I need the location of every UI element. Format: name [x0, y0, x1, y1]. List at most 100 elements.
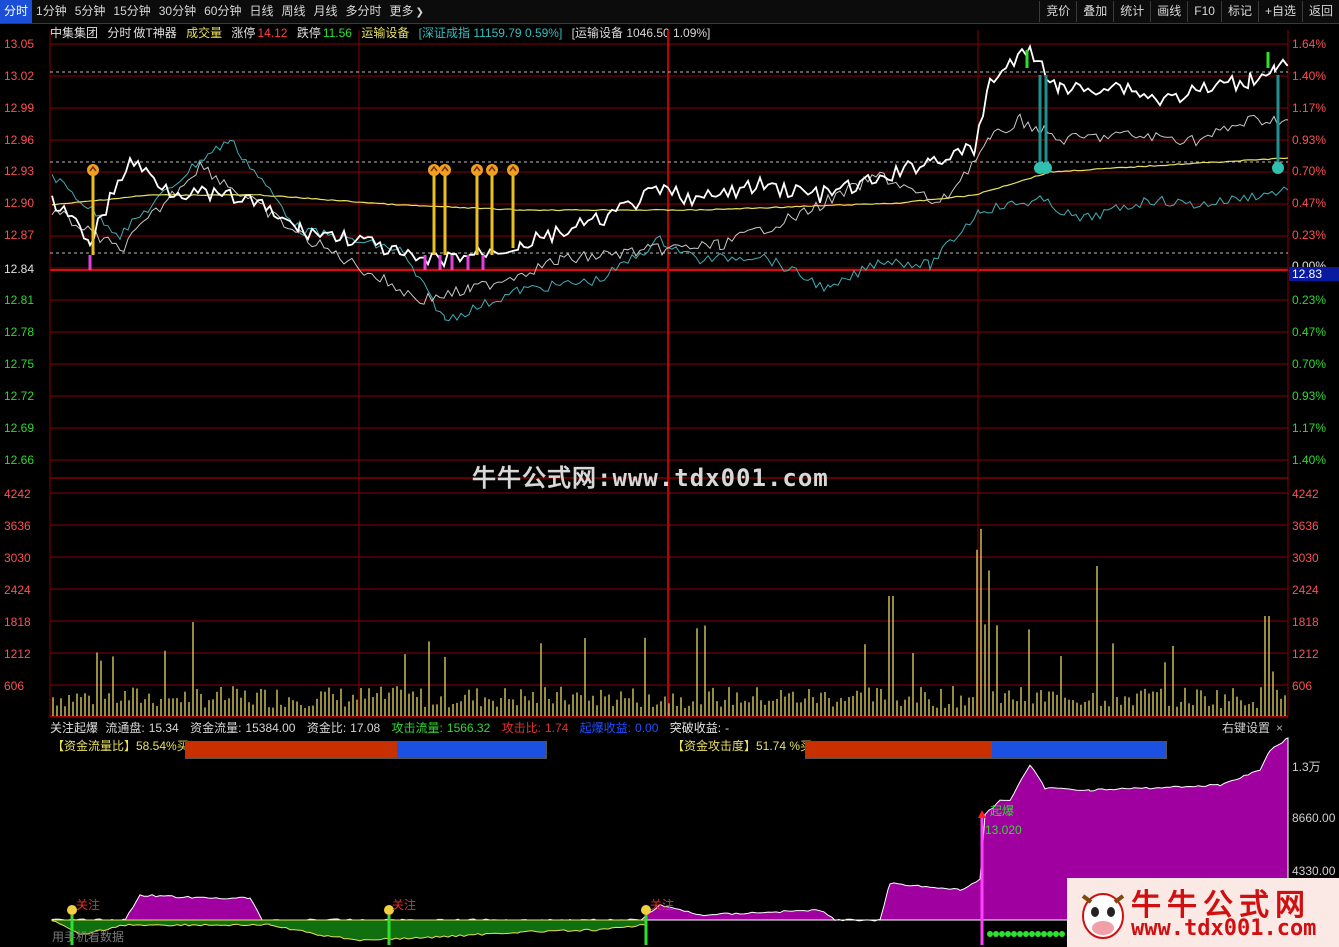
panel-axis-tick: 1.3万	[1292, 760, 1321, 774]
chart-grid	[49, 30, 1289, 718]
price-tick: 12.96	[4, 133, 35, 147]
attack-ratio-label: 【资金攻击度】51.74 %买	[672, 739, 813, 753]
volume-tick-right: 4242	[1292, 487, 1319, 501]
volume-tick-right: 3030	[1292, 551, 1319, 565]
attack-ratio-bar	[805, 741, 1167, 759]
pct-tick: 0.93%	[1292, 389, 1327, 403]
panel-item-value: 1.74	[544, 721, 569, 735]
price-tick: 12.78	[4, 325, 35, 339]
panel-item-value: 1566.32	[446, 721, 491, 735]
panel-header: 关注起爆 流通盘: 15.34 资金流量: 15384.00 资金比: 17.08 攻…	[50, 720, 737, 736]
panel-title: 关注起爆	[50, 721, 99, 735]
panel-item-label: 流通盘:	[105, 721, 145, 735]
panel-settings-hint[interactable]: 右键设置	[1222, 720, 1270, 736]
attack-ratio-buy-fill	[806, 742, 993, 758]
panel-axis-tick: 4330.00	[1292, 864, 1336, 878]
panel-item-label: 攻击流量:	[391, 721, 443, 735]
price-tick: 12.66	[4, 453, 35, 467]
money-bag-icon	[1035, 931, 1041, 937]
sector-index-line	[51, 139, 1289, 322]
price-tick: 12.87	[4, 228, 35, 242]
panel-item-label: 资金流量:	[190, 721, 242, 735]
panel-item-value: 15.34	[148, 721, 179, 735]
money-bag-icon	[987, 931, 993, 937]
volume-tick: 1818	[4, 615, 31, 629]
pct-tick: 0.23%	[1292, 228, 1327, 242]
signal-markers	[87, 50, 1284, 270]
intraday-lines	[51, 43, 1289, 322]
watermark-text: 牛牛公式网:www.tdx001.com	[472, 464, 829, 492]
panel-item-float: 流通盘: 15.34	[105, 721, 182, 735]
pct-tick: 0.70%	[1292, 164, 1327, 178]
watch-tag: 关注	[650, 898, 675, 912]
watch-tag: 关注	[76, 898, 101, 912]
pct-tick: 1.17%	[1292, 421, 1327, 435]
sell-signal-icon	[1040, 162, 1052, 174]
panel-item-burst-gain: 起爆收益: 0.00	[580, 721, 663, 735]
site-logo: 牛牛公式网 www.tdx001.com	[1067, 878, 1339, 947]
volume-tick: 3636	[4, 519, 31, 533]
price-tick: 13.05	[4, 37, 35, 51]
money-bag-icon	[1059, 931, 1065, 937]
volume-tick-right: 1212	[1292, 647, 1319, 661]
fund-outflow-area	[51, 919, 646, 942]
volume-tick-right: 606	[1292, 679, 1313, 693]
burst-arrow-icon	[978, 810, 986, 818]
money-bag-icon	[1041, 931, 1047, 937]
price-tick: 12.84	[4, 262, 35, 276]
panel-item-label: 突破收益:	[669, 721, 722, 735]
money-bag-icon	[1023, 931, 1029, 937]
money-bag-icon	[999, 931, 1005, 937]
attack-ratio-sell-fill	[992, 742, 1166, 758]
panel-item-label: 起爆收益:	[579, 721, 632, 735]
panel-item-value: -	[725, 721, 730, 735]
burst-price-tag: 13.020	[985, 823, 1022, 837]
volume-tick: 4242	[4, 487, 31, 501]
price-line	[51, 43, 1289, 269]
pct-tick: 1.17%	[1292, 101, 1327, 115]
pct-tick: 0.47%	[1292, 325, 1327, 339]
volume-tick-right: 1818	[1292, 615, 1319, 629]
price-tick: 13.02	[4, 69, 35, 83]
price-tick: 12.81	[4, 293, 35, 307]
price-tick: 12.90	[4, 196, 35, 210]
flow-ratio-buy-fill	[186, 742, 397, 758]
pct-tick: 0.70%	[1292, 357, 1327, 371]
current-price-tag: 12.83	[1289, 267, 1339, 281]
flow-ratio-bar	[185, 741, 547, 759]
mobile-hint: 用手机看数据	[52, 930, 125, 944]
price-tick: 12.72	[4, 389, 35, 403]
volume-tick-right: 2424	[1292, 583, 1319, 597]
money-bag-icon	[1047, 931, 1053, 937]
price-tick: 12.99	[4, 101, 35, 115]
money-bag-icon	[1005, 931, 1011, 937]
watch-tag: 关注	[392, 898, 417, 912]
pct-tick: 0.47%	[1292, 196, 1327, 210]
price-tick: 12.93	[4, 164, 35, 178]
price-tick: 12.69	[4, 421, 35, 435]
money-bag-icon	[1053, 931, 1059, 937]
price-tick: 12.75	[4, 357, 35, 371]
panel-item-label: 攻击比:	[501, 721, 541, 735]
pct-tick: 0.23%	[1292, 293, 1327, 307]
pct-tick: 1.40%	[1292, 453, 1327, 467]
panel-item-ratio: 资金比: 17.08	[307, 721, 384, 735]
panel-item-label: 资金比:	[306, 721, 347, 735]
index-compare-line	[51, 113, 1289, 305]
panel-item-attack-flow: 攻击流量: 1566.32	[392, 721, 495, 735]
logo-url: www.tdx001.com	[1131, 916, 1317, 941]
pct-tick: 0.93%	[1292, 133, 1327, 147]
volume-tick: 3030	[4, 551, 31, 565]
panel-item-value: 17.08	[350, 721, 381, 735]
flow-ratio-label: 【资金流量比】58.54%买	[52, 739, 189, 753]
panel-item-flow: 资金流量: 15384.00	[190, 721, 299, 735]
pct-tick: 1.64%	[1292, 37, 1327, 51]
panel-item-attack-ratio: 攻击比: 1.74	[502, 721, 573, 735]
sell-signal-icon	[1272, 162, 1284, 174]
flow-ratio-sell-fill	[396, 742, 546, 758]
money-bag-icon	[1017, 931, 1023, 937]
panel-item-value: 0.00	[635, 721, 659, 735]
volume-tick-right: 3636	[1292, 519, 1319, 533]
panel-item-break-gain: 突破收益: -	[670, 721, 733, 735]
panel-close-button[interactable]: ×	[1276, 720, 1283, 736]
